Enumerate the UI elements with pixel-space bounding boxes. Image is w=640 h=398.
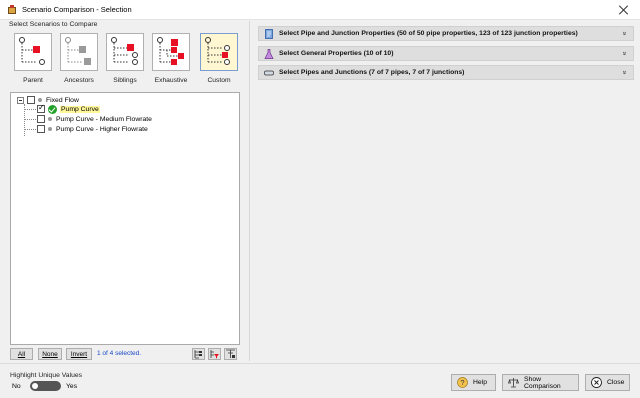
close-button-label: Close xyxy=(607,379,625,386)
scenario-panel: Select Scenarios to Compare Parent Ances… xyxy=(0,21,250,361)
siblings-tree-icon xyxy=(111,37,138,65)
highlight-unique-toggle[interactable] xyxy=(30,381,61,391)
expand-all-button[interactable] xyxy=(192,348,205,360)
siblings-label: Siblings xyxy=(113,77,137,84)
scenario-dot-icon xyxy=(48,127,52,131)
toggle-no-label: No xyxy=(12,383,21,390)
select-scenarios-label: Select Scenarios to Compare xyxy=(9,21,98,28)
window-close-icon[interactable] xyxy=(618,4,630,16)
help-icon: ? xyxy=(457,377,468,388)
exhaustive-tree-icon xyxy=(157,37,184,65)
custom-tree-icon xyxy=(205,37,230,65)
flask-icon xyxy=(264,48,274,59)
filter-button[interactable] xyxy=(208,348,221,360)
pipes-junctions-section[interactable]: Select Pipes and Junctions (7 of 7 pipes… xyxy=(258,65,634,80)
footer-divider xyxy=(0,363,640,364)
tree-item-label: Pump Curve - Medium Flowrate xyxy=(56,115,152,123)
collapse-icon[interactable] xyxy=(17,96,24,104)
help-button[interactable]: ? Help xyxy=(451,374,496,391)
exhaustive-button[interactable] xyxy=(152,33,190,71)
none-button[interactable]: None xyxy=(38,348,62,360)
none-button-label: None xyxy=(42,350,58,358)
exhaustive-label: Exhaustive xyxy=(154,77,188,84)
svg-text:?: ? xyxy=(460,378,464,387)
tree-row-pump-curve-medium[interactable]: Pump Curve - Medium Flowrate xyxy=(37,114,152,124)
tree-row-pump-curve-higher[interactable]: Pump Curve - Higher Flowrate xyxy=(37,124,148,134)
scales-icon xyxy=(508,377,519,388)
tree-item-label: Pump Curve xyxy=(60,105,100,113)
custom-label: Custom xyxy=(207,77,231,84)
show-comparison-label: Show Comparison xyxy=(524,375,561,390)
expand-chevron-icon[interactable]: » xyxy=(621,32,628,36)
toggle-knob xyxy=(32,383,38,389)
pipe-junction-properties-section[interactable]: Select Pipe and Junction Properties (50 … xyxy=(258,26,634,41)
tree-connector xyxy=(24,129,36,130)
custom-button[interactable] xyxy=(200,33,238,71)
scenario-dot-icon xyxy=(48,117,52,121)
section-label: Select General Properties (10 of 10) xyxy=(279,50,394,57)
parent-button[interactable] xyxy=(14,33,52,71)
all-button[interactable]: All xyxy=(10,348,33,360)
parent-label: Parent xyxy=(23,77,43,84)
tree-item-label: Pump Curve - Higher Flowrate xyxy=(56,125,148,133)
parent-tree-icon xyxy=(19,37,45,65)
title-bar: Scenario Comparison - Selection xyxy=(0,0,640,20)
properties-panel: Select Pipe and Junction Properties (50 … xyxy=(255,21,635,361)
help-button-label: Help xyxy=(473,379,487,386)
toggle-yes-label: Yes xyxy=(66,383,78,390)
tree-item-label: Fixed Flow xyxy=(46,96,79,104)
fixed-flow-checkbox[interactable] xyxy=(27,96,35,104)
scenario-tree[interactable]: Fixed Flow Pump Curve Pump Curve - Mediu… xyxy=(10,92,240,345)
invert-button[interactable]: Invert xyxy=(66,348,92,360)
show-comparison-button[interactable]: Show Comparison xyxy=(502,374,579,391)
siblings-button[interactable] xyxy=(106,33,144,71)
app-icon xyxy=(7,4,17,15)
collapse-all-icon xyxy=(226,349,235,358)
expand-chevron-icon[interactable]: » xyxy=(621,52,628,56)
highlight-unique-label: Highlight Unique Values xyxy=(10,372,83,379)
pump-curve-medium-checkbox[interactable] xyxy=(37,115,45,123)
tree-actions-bar: All None Invert 1 of 4 selected. xyxy=(10,348,240,360)
window-title: Scenario Comparison - Selection xyxy=(22,5,132,14)
section-label: Select Pipes and Junctions (7 of 7 pipes… xyxy=(279,69,465,76)
pump-curve-higher-checkbox[interactable] xyxy=(37,125,45,133)
selection-count: 1 of 4 selected. xyxy=(97,350,142,357)
invert-button-label: Invert xyxy=(70,350,88,358)
ancestors-button[interactable] xyxy=(60,33,98,71)
pipe-icon xyxy=(264,68,274,78)
properties-book-icon xyxy=(264,28,274,39)
ancestors-tree-icon xyxy=(65,37,91,65)
close-circle-icon xyxy=(591,377,602,388)
tree-connector xyxy=(24,109,36,110)
all-button-label: All xyxy=(17,350,26,358)
ancestors-label: Ancestors xyxy=(64,77,94,84)
close-button[interactable]: Close xyxy=(585,374,630,391)
filter-tree-icon xyxy=(210,350,219,359)
general-properties-section[interactable]: Select General Properties (10 of 10) » xyxy=(258,46,634,61)
scenario-dot-icon xyxy=(38,98,42,102)
tree-connector xyxy=(24,119,36,120)
section-label: Select Pipe and Junction Properties (50 … xyxy=(279,30,578,37)
pump-curve-checkbox[interactable] xyxy=(37,103,45,113)
collapse-all-button[interactable] xyxy=(224,348,237,360)
expand-all-icon xyxy=(194,350,202,359)
expand-chevron-icon[interactable]: » xyxy=(621,71,628,75)
tree-row-pump-curve[interactable]: Pump Curve xyxy=(37,103,100,114)
current-scenario-icon xyxy=(48,104,57,114)
